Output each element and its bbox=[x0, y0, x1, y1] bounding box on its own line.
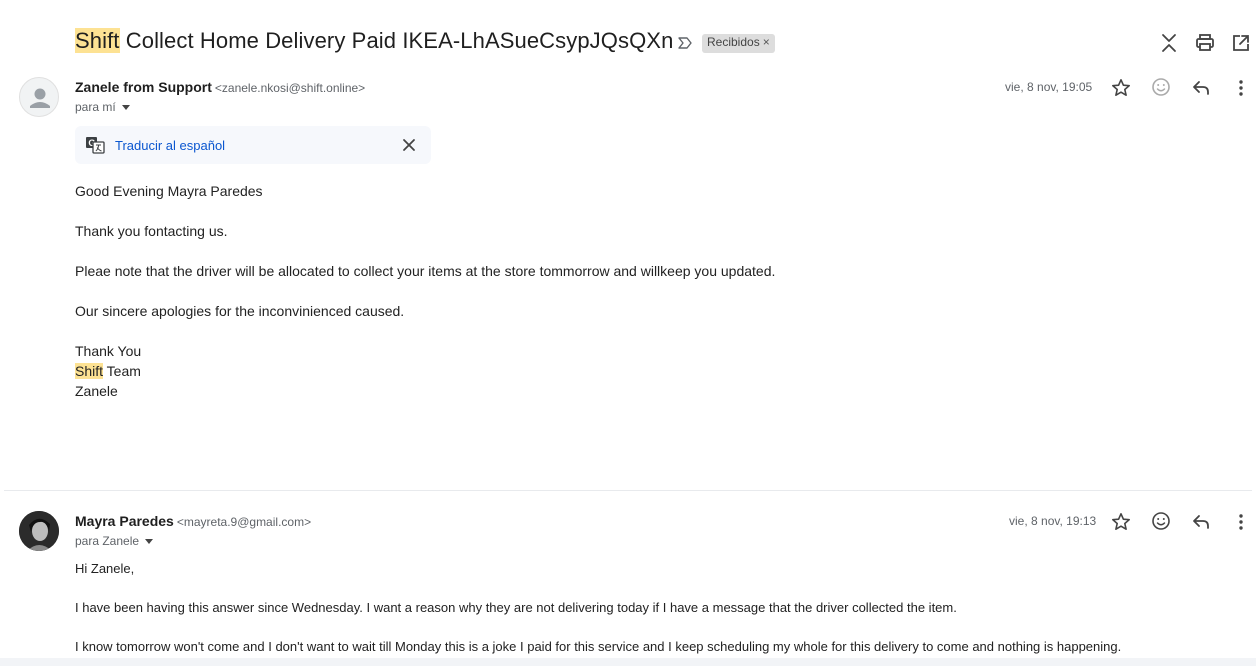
star-icon[interactable] bbox=[1110, 511, 1132, 533]
message-body-line: I know tomorrow won't come and I don't w… bbox=[75, 639, 1122, 654]
signature-search-highlight: Shift bbox=[75, 363, 104, 379]
signature-name: Zanele bbox=[75, 383, 118, 399]
message-body-line: Thank you fontacting us. bbox=[75, 223, 228, 239]
sender-name[interactable]: Mayra Paredes bbox=[75, 513, 174, 529]
message-date: vie, 8 nov, 19:13 bbox=[1009, 514, 1097, 528]
avatar[interactable] bbox=[19, 77, 59, 117]
sender-line: Mayra Paredes <mayreta.9@gmail.com> bbox=[75, 513, 311, 529]
collapse-all-icon[interactable] bbox=[1158, 32, 1180, 54]
sender-line: Zanele from Support <zanele.nkosi@shift.o… bbox=[75, 79, 365, 95]
chevron-down-icon[interactable] bbox=[145, 539, 154, 545]
message-body-line: Thank You bbox=[75, 343, 142, 359]
scroll-edge bbox=[0, 658, 1256, 666]
message-body-line: Pleae note that the driver will be alloc… bbox=[75, 263, 776, 279]
translate-icon: G bbox=[86, 137, 105, 154]
label-chip-text: Recibidos bbox=[707, 35, 760, 49]
message-body-line: I have been having this answer since Wed… bbox=[75, 600, 957, 615]
message-body-line: Hi Zanele, bbox=[75, 561, 135, 576]
open-in-new-window-icon[interactable] bbox=[1230, 32, 1252, 54]
sender-name[interactable]: Zanele from Support bbox=[75, 79, 212, 95]
emoji-reaction-icon[interactable] bbox=[1150, 76, 1172, 98]
more-options-icon[interactable] bbox=[1230, 77, 1252, 99]
reply-icon[interactable] bbox=[1190, 77, 1212, 99]
recipient-label: para mí bbox=[75, 100, 116, 114]
translate-banner: G Traducir al español bbox=[75, 126, 431, 164]
subject-bar: Shift Collect Home Delivery Paid IKEA-Lh… bbox=[0, 0, 1256, 80]
close-icon[interactable] bbox=[401, 137, 417, 153]
more-options-icon[interactable] bbox=[1230, 511, 1252, 533]
message-date: vie, 8 nov, 19:05 bbox=[1005, 80, 1093, 94]
default-avatar-icon bbox=[30, 88, 50, 108]
emoji-reaction-icon[interactable] bbox=[1150, 510, 1172, 532]
message-divider bbox=[4, 490, 1252, 491]
signature-team-text: Team bbox=[103, 363, 141, 379]
label-chip-remove[interactable]: × bbox=[763, 35, 770, 49]
star-icon[interactable] bbox=[1110, 77, 1132, 99]
profile-photo bbox=[19, 511, 59, 551]
message-body-line: Good Evening Mayra Paredes bbox=[75, 183, 263, 199]
translate-link[interactable]: Traducir al español bbox=[115, 138, 225, 153]
recipient-label: para Zanele bbox=[75, 534, 140, 548]
message-body-line: Our sincere apologies for the inconvinie… bbox=[75, 303, 405, 319]
sender-email: <zanele.nkosi@shift.online> bbox=[214, 81, 366, 95]
subject-text: Collect Home Delivery Paid IKEA-LhASueCs… bbox=[119, 28, 674, 53]
reply-icon[interactable] bbox=[1190, 511, 1212, 533]
avatar[interactable] bbox=[19, 511, 59, 551]
print-icon[interactable] bbox=[1194, 32, 1216, 54]
email-subject: Shift Collect Home Delivery Paid IKEA-Lh… bbox=[75, 28, 673, 54]
chevron-down-icon[interactable] bbox=[121, 105, 130, 111]
recipient-details-toggle[interactable]: para Zanele bbox=[75, 534, 154, 548]
label-arrow-icon[interactable] bbox=[676, 34, 694, 52]
recipient-details-toggle[interactable]: para mí bbox=[75, 100, 130, 114]
sender-email: <mayreta.9@gmail.com> bbox=[176, 515, 312, 529]
signature-team-line: Shift Team bbox=[75, 363, 141, 379]
label-chip-inbox[interactable]: Recibidos × bbox=[702, 34, 775, 53]
subject-search-highlight: Shift bbox=[75, 28, 120, 53]
